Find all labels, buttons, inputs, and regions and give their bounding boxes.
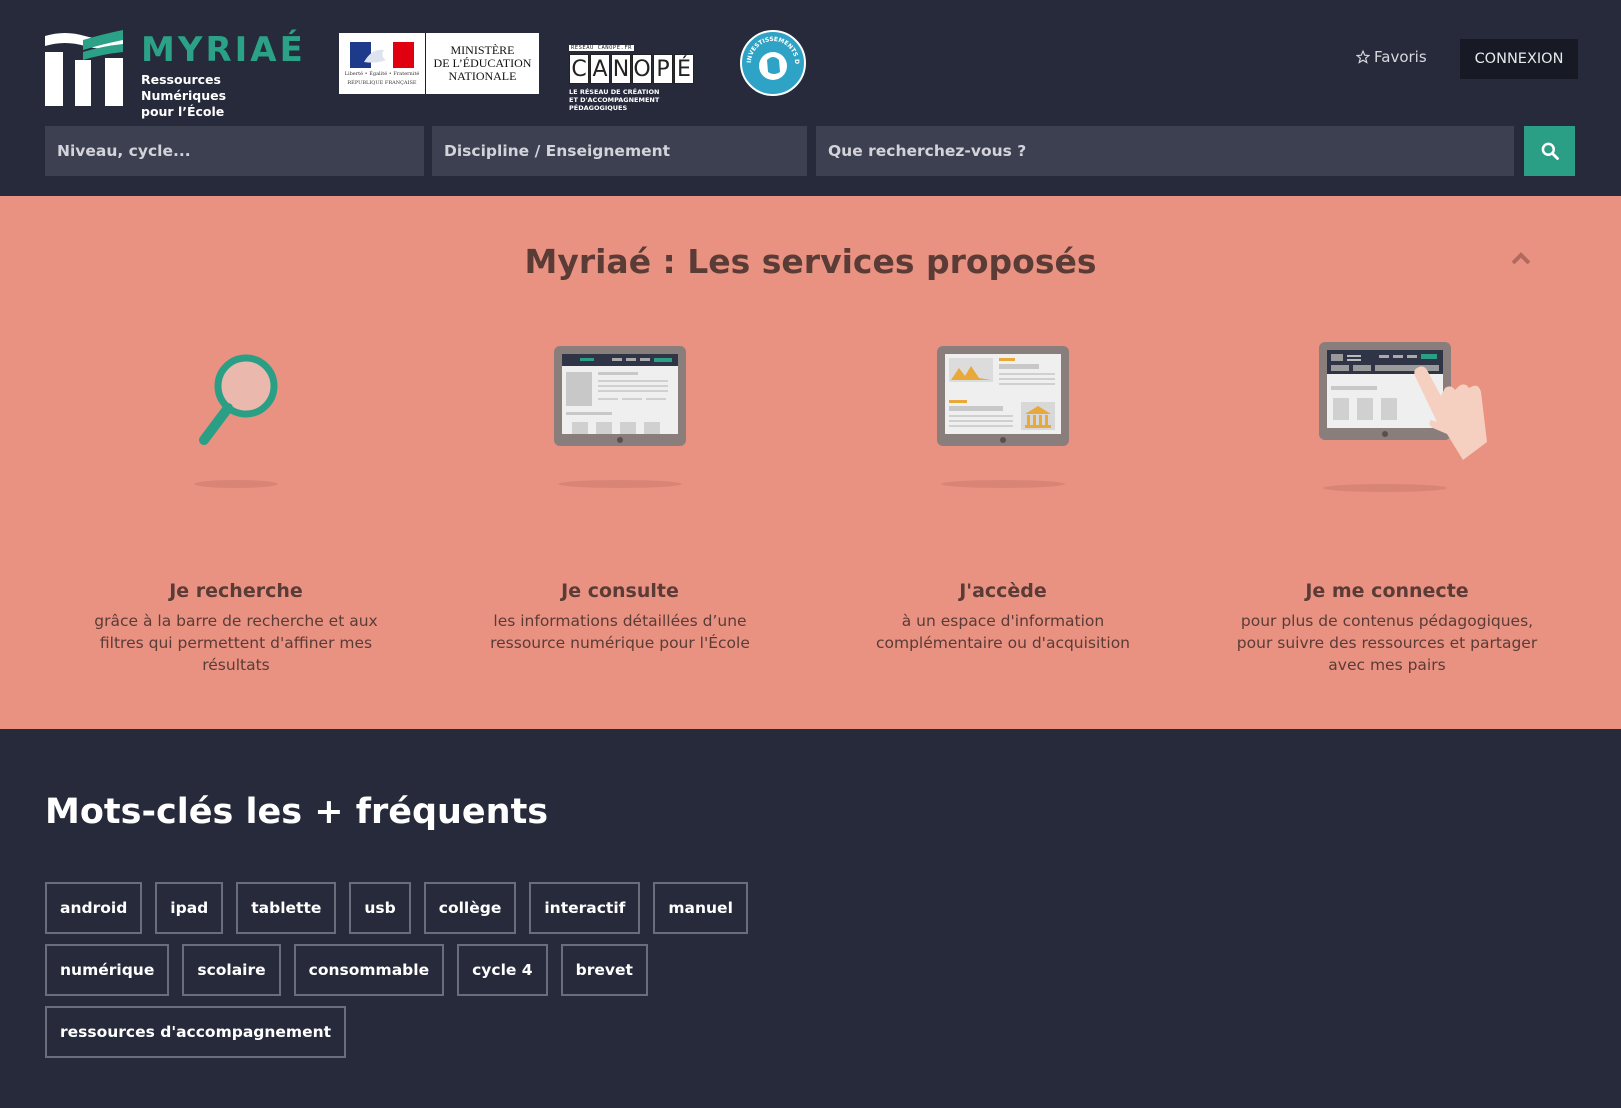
- services-section: Myriaé : Les services proposés Je recher…: [0, 196, 1621, 729]
- service-description: pour plus de contenus pédagogiques, pour…: [1236, 612, 1538, 674]
- keyword-tag[interactable]: cycle 4: [457, 944, 548, 996]
- logo-name: MYRIAÉ: [141, 30, 306, 70]
- keyword-tag[interactable]: consommable: [293, 944, 445, 996]
- level-select[interactable]: Niveau, cycle...: [45, 126, 424, 176]
- keyword-tag[interactable]: numérique: [45, 944, 170, 996]
- search-input[interactable]: [816, 126, 1514, 176]
- service-name: Je me connecte: [1305, 580, 1469, 602]
- service-connect: Je me connecte pour plus de contenus péd…: [1217, 342, 1557, 676]
- marianne-flag-icon: Liberté • Égalité • Fraternité RÉPUBLIQU…: [339, 33, 426, 94]
- service-search: Je recherche grâce à la barre de recherc…: [66, 346, 406, 676]
- ministry-logo[interactable]: Liberté • Égalité • Fraternité RÉPUBLIQU…: [339, 33, 539, 94]
- favorites-link[interactable]: Favoris: [1356, 48, 1427, 66]
- keywords-row: ressources d'accompagnement: [45, 1006, 347, 1058]
- canope-top-text: RÉSEAU CANOPÉ.FR: [569, 45, 634, 51]
- chevron-up-icon[interactable]: [1510, 250, 1532, 266]
- magnifier-icon: [66, 346, 406, 536]
- keyword-tag[interactable]: ipad: [155, 882, 224, 934]
- investissements-avenir-logo[interactable]: INVESTISSEMENTS D'AVENIR: [740, 30, 806, 96]
- service-description: grâce à la barre de recherche et aux fil…: [94, 612, 378, 674]
- site-header: MYRIAÉ Ressources Numériques pour l’Écol…: [0, 0, 1621, 196]
- service-name: J'accède: [959, 580, 1047, 602]
- keyword-tag[interactable]: scolaire: [182, 944, 281, 996]
- favorites-label: Favoris: [1374, 48, 1427, 66]
- keywords-row: android ipad tablette usb collège intera…: [45, 882, 748, 934]
- keyword-tag[interactable]: tablette: [236, 882, 337, 934]
- search-button[interactable]: [1524, 126, 1575, 176]
- service-name: Je consulte: [561, 580, 679, 602]
- service-name: Je recherche: [169, 580, 303, 602]
- discipline-select[interactable]: Discipline / Enseignement: [432, 126, 807, 176]
- services-title: Myriaé : Les services proposés: [524, 242, 1097, 281]
- star-icon: [1356, 50, 1370, 64]
- login-button[interactable]: CONNEXION: [1460, 39, 1578, 79]
- canope-logo[interactable]: RÉSEAU CANOPÉ.FR C A N O P É LE RÉSEAU D…: [569, 34, 711, 112]
- keywords-row: numérique scolaire consommable cycle 4 b…: [45, 944, 648, 996]
- keywords-title: Mots-clés les + fréquents: [45, 792, 549, 832]
- tablet-touch-icon: [1217, 342, 1557, 536]
- tablet-info-icon: [833, 346, 1173, 536]
- keyword-tag[interactable]: ressources d'accompagnement: [45, 1006, 347, 1058]
- keyword-tag[interactable]: usb: [349, 882, 411, 934]
- service-description: à un espace d'information complémentaire…: [875, 612, 1131, 652]
- canope-subtitle: LE RÉSEAU DE CRÉATION ET D'ACCOMPAGNEMEN…: [569, 88, 660, 112]
- myriae-mark-icon: [45, 30, 123, 106]
- service-consult: Je consulte les informations détaillées …: [450, 346, 790, 654]
- canope-letters: C A N O P É: [569, 54, 711, 84]
- marianne-profile-icon: INVESTISSEMENTS D'AVENIR: [742, 32, 800, 80]
- service-access: J'accède à un espace d'information compl…: [833, 346, 1173, 654]
- service-description: les informations détaillées d’une ressou…: [490, 612, 750, 652]
- logo-tagline: Ressources Numériques pour l’École: [141, 72, 227, 119]
- search-icon: [1541, 142, 1559, 160]
- tablet-page-icon: [450, 346, 790, 536]
- ministry-text: MINISTÈRE DE L’ÉDUCATION NATIONALE: [433, 43, 532, 83]
- keyword-tag[interactable]: interactif: [529, 882, 641, 934]
- keyword-tag[interactable]: android: [45, 882, 143, 934]
- myriae-logo[interactable]: MYRIAÉ Ressources Numériques pour l’Écol…: [45, 30, 306, 119]
- keyword-tag[interactable]: manuel: [653, 882, 748, 934]
- keyword-tag[interactable]: collège: [423, 882, 517, 934]
- keyword-tag[interactable]: brevet: [560, 944, 648, 996]
